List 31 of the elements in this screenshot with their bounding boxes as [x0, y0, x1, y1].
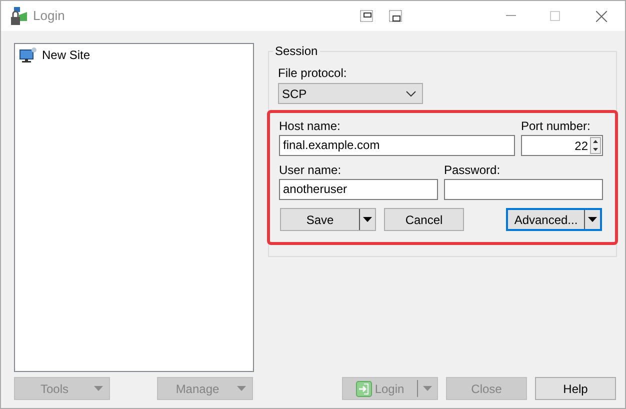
login-icon: [356, 380, 372, 396]
session-button[interactable]: Cancel: [384, 208, 464, 231]
user-field[interactable]: anotheruser: [279, 179, 438, 200]
footer-button[interactable]: Help: [535, 377, 616, 400]
caret-icon: [588, 217, 597, 222]
field-label: Password:: [444, 163, 500, 177]
lock-icon: [9, 6, 28, 26]
restore-layout-icon[interactable]: [389, 10, 402, 22]
field-label: Host name:: [279, 119, 340, 133]
session-button[interactable]: Save: [280, 208, 376, 231]
close-icon[interactable]: [596, 10, 607, 22]
chevron-icon: [406, 90, 416, 96]
caret-icon: [237, 386, 246, 391]
restore-layout-icon[interactable]: [360, 10, 373, 22]
monitor-icon: [19, 47, 37, 63]
minimize-icon[interactable]: [506, 15, 516, 17]
field-label: File protocol:: [278, 66, 347, 80]
site-item[interactable]: New Site: [41, 46, 92, 64]
session-button[interactable]: Advanced...: [506, 208, 602, 231]
caret-icon: [423, 386, 432, 391]
host-field[interactable]: final.example.com: [279, 135, 515, 156]
port-field[interactable]: 22: [521, 135, 603, 156]
spinner-icon[interactable]: [590, 137, 601, 154]
caret-icon: [363, 217, 372, 222]
password-field[interactable]: [444, 179, 603, 200]
window-title: Login: [33, 7, 65, 26]
field-label: User name:: [279, 163, 342, 177]
group-title: Session: [273, 44, 320, 58]
caret-icon: [94, 386, 103, 391]
field-label: Port number:: [521, 119, 590, 133]
protocol-dropdown[interactable]: SCP: [278, 83, 423, 104]
